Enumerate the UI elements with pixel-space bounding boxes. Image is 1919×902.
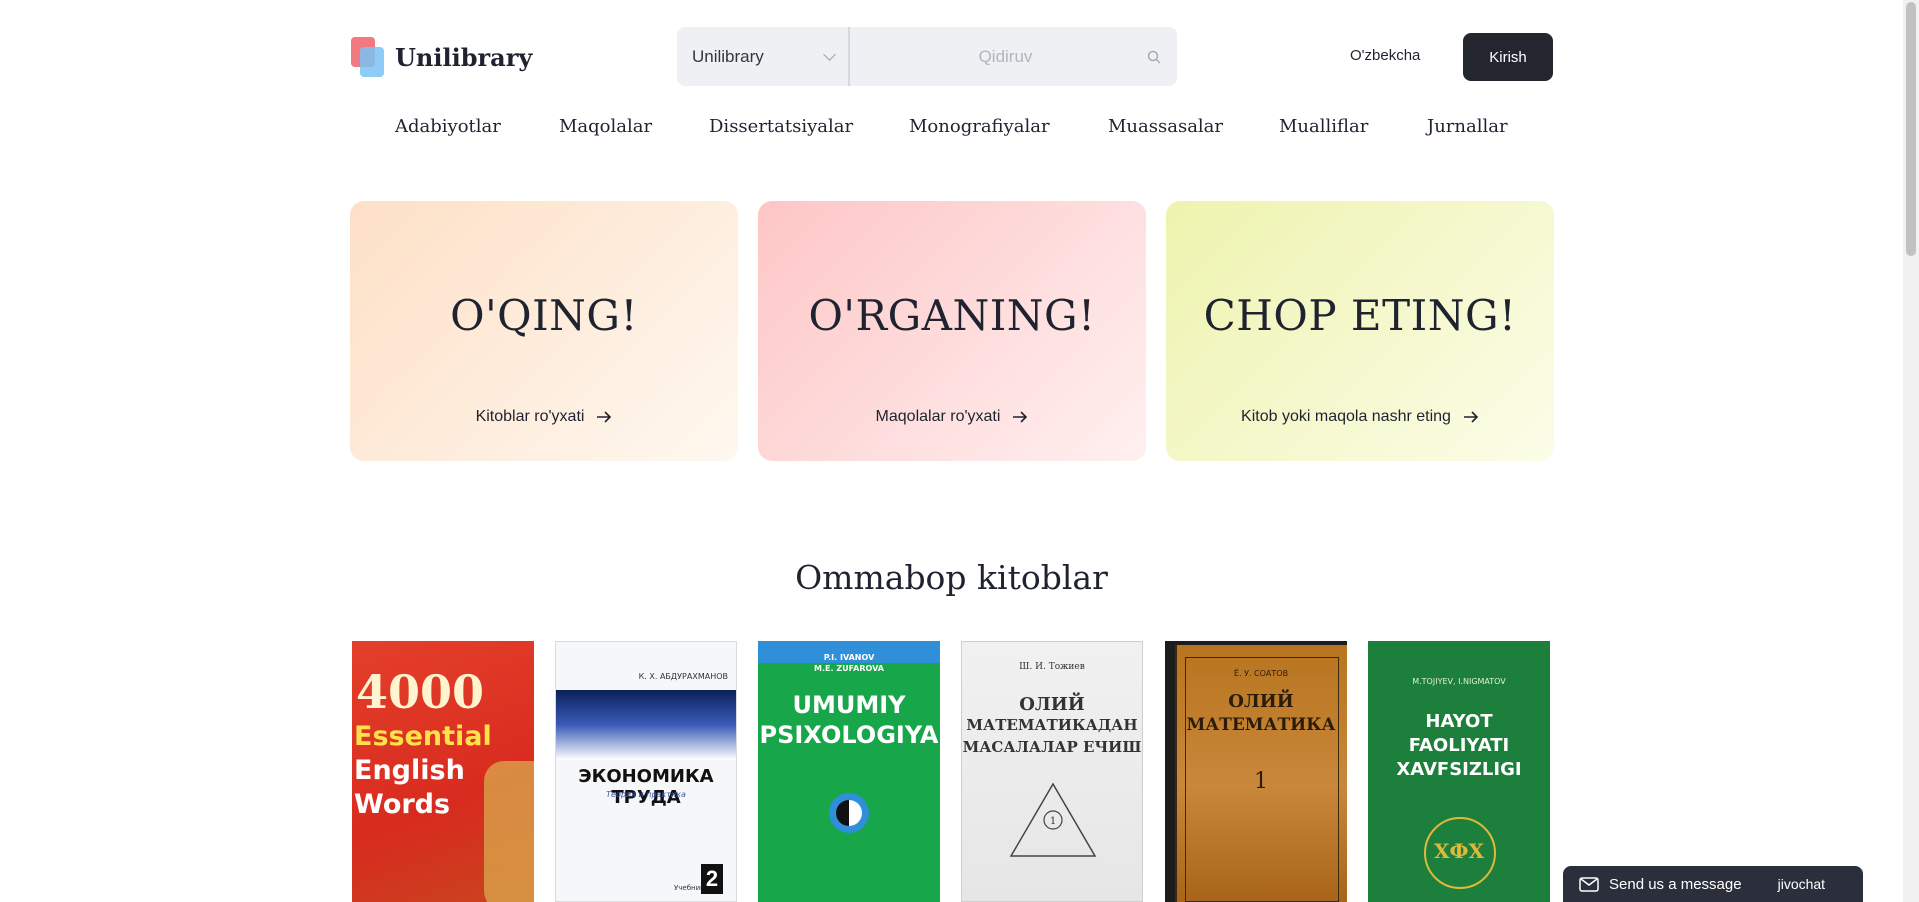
card-link-label: Kitoblar ro'yxati bbox=[475, 408, 585, 425]
card-link-label: Maqolalar ro'yxati bbox=[875, 408, 1001, 425]
book-cover[interactable]: Ш. И. Тожиев ОЛИЙ МАТЕМАТИКАДАН МАСАЛАЛА… bbox=[961, 641, 1143, 902]
card-title: CHOP ETING! bbox=[1203, 291, 1517, 340]
header: Unilibrary Unilibrary O'zbekcha Kirish bbox=[351, 27, 1553, 87]
chat-widget[interactable]: Send us a message jivochat bbox=[1563, 866, 1863, 902]
book-cover[interactable]: M.TOJIYEV, I.NIGMATOV HAYOT FAOLIYATI XA… bbox=[1368, 641, 1550, 902]
chat-label: Send us a message bbox=[1609, 875, 1742, 893]
cover-band bbox=[556, 690, 736, 760]
chat-brand: jivochat bbox=[1777, 876, 1826, 892]
book-subtitle: Теория и практика bbox=[606, 790, 686, 799]
chevron-down-icon bbox=[823, 47, 836, 61]
book-title: ОЛИЙ bbox=[1228, 691, 1294, 712]
login-button[interactable]: Kirish bbox=[1463, 33, 1553, 81]
section-title-popular-books: Ommabop kitoblar bbox=[795, 558, 1108, 597]
search-scope-value: Unilibrary bbox=[692, 46, 764, 66]
book-cover[interactable]: P.I. IVANOV M.E. ZUFAROVA UMUMIY PSIXOLO… bbox=[758, 641, 940, 902]
card-read: O'QING! Kitoblar ro'yxati bbox=[350, 201, 738, 461]
book-cover[interactable]: 4000 Essential English Words bbox=[352, 641, 534, 902]
card-learn: O'RGANING! Maqolalar ro'yxati bbox=[758, 201, 1146, 461]
language-selector[interactable]: O'zbekcha bbox=[1350, 47, 1420, 64]
book-emblem-text: ХФХ bbox=[1433, 839, 1484, 863]
svg-text:1: 1 bbox=[1050, 816, 1056, 827]
search-button[interactable] bbox=[1131, 27, 1177, 86]
card-link-label: Kitob yoki maqola nashr eting bbox=[1241, 408, 1451, 425]
nav-item-dissertatsiyalar[interactable]: Dissertatsiyalar bbox=[709, 116, 853, 137]
scrollbar-thumb[interactable] bbox=[1906, 2, 1916, 256]
book-title: HAYOT bbox=[1425, 711, 1493, 732]
arrow-right-icon bbox=[597, 411, 612, 423]
triangle-diagram-icon: 1 bbox=[1009, 782, 1097, 857]
nav-item-maqolalar[interactable]: Maqolalar bbox=[559, 116, 652, 137]
book-cover-text: 4000 bbox=[356, 665, 485, 719]
nav-item-adabiyotlar[interactable]: Adabiyotlar bbox=[395, 116, 501, 137]
book-cover[interactable]: К. Х. АБДУРАХМАНОВ ЭКОНОМИКА ТРУДА Теори… bbox=[555, 641, 737, 902]
yin-yang-icon bbox=[829, 793, 869, 833]
nav-item-muassasalar[interactable]: Muassasalar bbox=[1108, 116, 1223, 137]
search-icon bbox=[1147, 50, 1161, 64]
book-title: МАТЕМАТИКАДАН bbox=[966, 716, 1138, 734]
book-volume: 1 bbox=[1254, 769, 1268, 794]
nav-item-jurnallar[interactable]: Jurnallar bbox=[1427, 116, 1508, 137]
card-title: O'RGANING! bbox=[808, 291, 1096, 340]
logo-icon bbox=[351, 37, 385, 77]
book-author: M.TOJIYEV, I.NIGMATOV bbox=[1412, 677, 1506, 686]
card-link-publish[interactable]: Kitob yoki maqola nashr eting bbox=[1166, 408, 1554, 426]
puzzle-decoration bbox=[484, 761, 534, 902]
search-scope-select[interactable]: Unilibrary bbox=[677, 27, 850, 86]
book-title: PSIXOLOGIYA bbox=[759, 721, 939, 749]
book-author: К. Х. АБДУРАХМАНОВ bbox=[638, 672, 728, 681]
book-cover-text: Essential bbox=[354, 721, 492, 752]
book-title: МАТЕМАТИКА bbox=[1186, 715, 1336, 735]
book-author: M.E. ZUFAROVA bbox=[814, 664, 884, 673]
arrow-right-icon bbox=[1463, 411, 1479, 423]
book-title: FAOLIYATI bbox=[1408, 735, 1510, 756]
logo-text: Unilibrary bbox=[395, 42, 533, 72]
book-title: UMUMIY bbox=[792, 691, 906, 719]
card-link-books-list[interactable]: Kitoblar ro'yxati bbox=[350, 408, 738, 426]
arrow-right-icon bbox=[1013, 411, 1028, 423]
card-publish: CHOP ETING! Kitob yoki maqola nashr etin… bbox=[1166, 201, 1554, 461]
envelope-icon bbox=[1579, 876, 1599, 892]
search-bar: Unilibrary bbox=[677, 27, 1177, 86]
logo[interactable]: Unilibrary bbox=[351, 37, 532, 77]
book-author: P.I. IVANOV bbox=[823, 653, 875, 662]
book-author: Ш. И. Тожиев bbox=[1019, 662, 1085, 672]
book-title: ОЛИЙ bbox=[1019, 694, 1085, 715]
book-author: Ё. У. СОАТОВ bbox=[1233, 669, 1289, 678]
card-title: O'QING! bbox=[450, 291, 638, 340]
nav-item-monografiyalar[interactable]: Monografiyalar bbox=[909, 116, 1050, 137]
book-title: ЭКОНОМИКА ТРУДА bbox=[578, 766, 714, 808]
page-scrollbar[interactable] bbox=[1903, 0, 1919, 902]
book-title: XAVFSIZLIGI bbox=[1396, 759, 1522, 780]
book-cover[interactable]: Ё. У. СОАТОВ ОЛИЙ МАТЕМАТИКА 1 bbox=[1165, 641, 1347, 902]
book-title: МАСАЛАЛАР ЕЧИШ bbox=[962, 738, 1142, 756]
card-link-articles-list[interactable]: Maqolalar ro'yxati bbox=[758, 408, 1146, 426]
search-input[interactable] bbox=[850, 27, 1131, 86]
nav-item-mualliflar[interactable]: Mualliflar bbox=[1279, 116, 1368, 137]
